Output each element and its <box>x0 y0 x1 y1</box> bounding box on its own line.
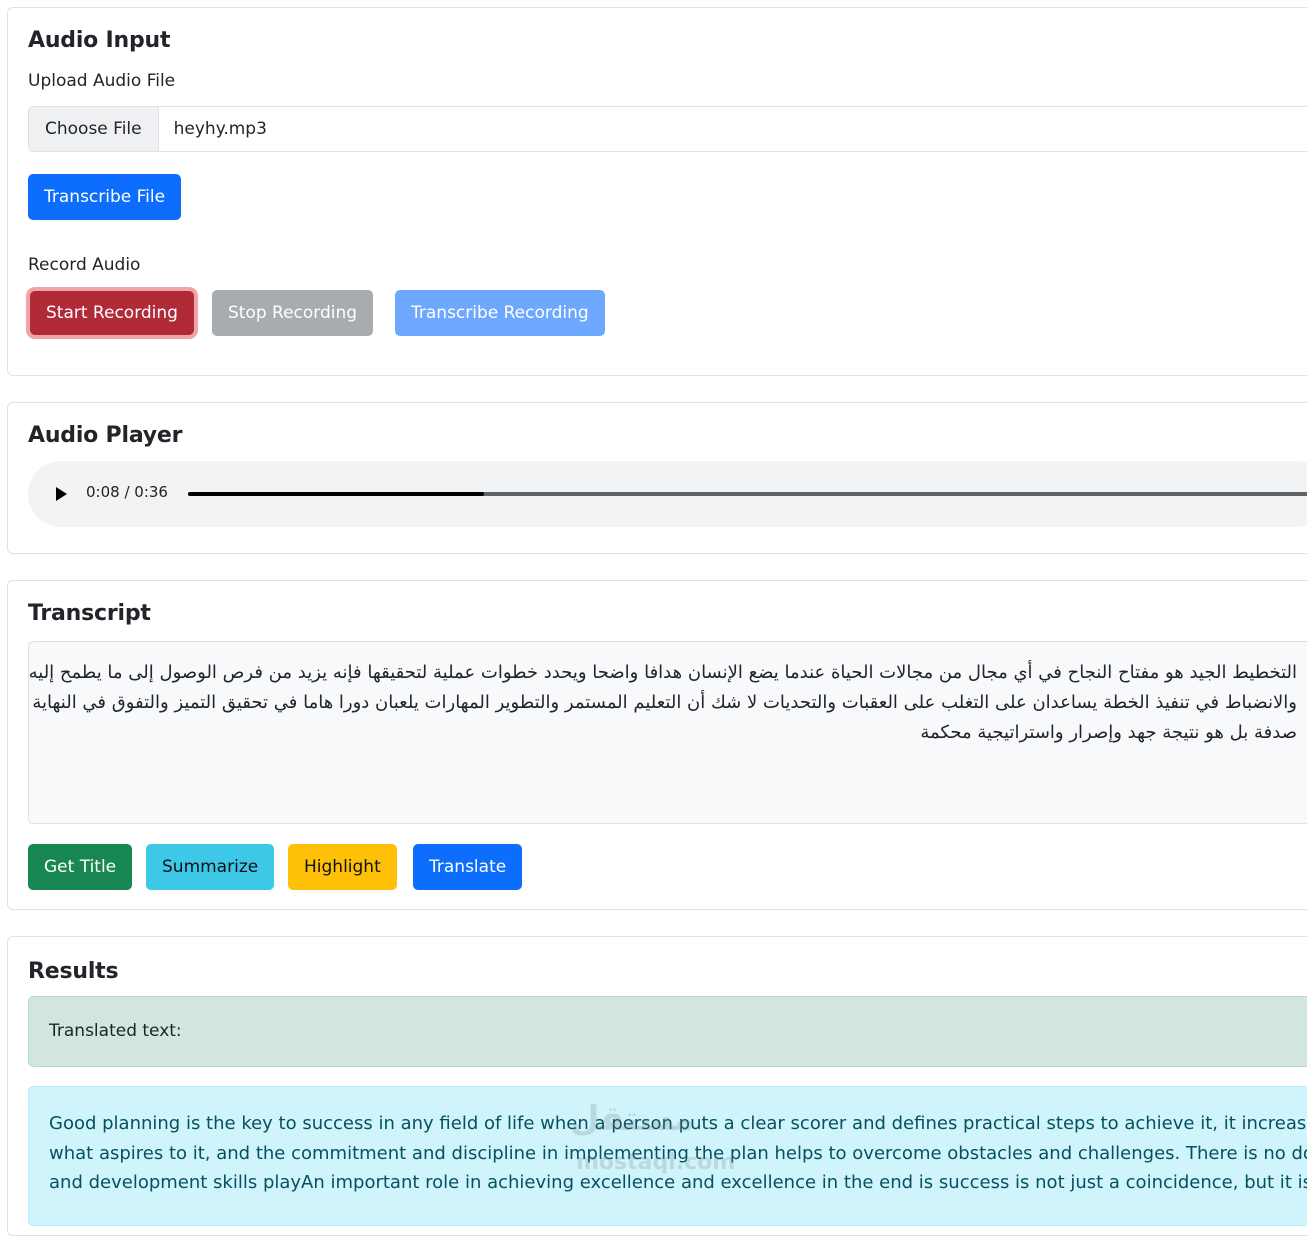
progress-fill <box>188 492 485 496</box>
audio-input-card: Audio Input Upload Audio File Choose Fil… <box>7 7 1307 376</box>
watermark-logo: مستقل <box>570 1099 695 1139</box>
results-card: Results Translated text: Good planning i… <box>7 936 1307 1236</box>
file-input[interactable]: Choose File heyhy.mp3 <box>28 106 1307 152</box>
choose-file-button[interactable]: Choose File <box>29 107 159 151</box>
summarize-button[interactable]: Summarize <box>146 844 275 890</box>
get-title-button[interactable]: Get Title <box>28 844 133 890</box>
audio-player-card: Audio Player 0:08 / 0:36 <box>7 402 1307 554</box>
audio-player-title: Audio Player <box>28 423 183 448</box>
translate-button[interactable]: Translate <box>413 844 523 890</box>
highlight-button[interactable]: Highlight <box>288 844 397 890</box>
transcript-text: التخطيط الجيد هو مفتاح النجاح في أي مجال… <box>28 662 1297 743</box>
play-icon[interactable] <box>56 487 67 501</box>
record-audio-label: Record Audio <box>28 255 141 275</box>
transcript-textarea[interactable]: التخطيط الجيد هو مفتاح النجاح في أي مجال… <box>28 641 1307 824</box>
upload-audio-label: Upload Audio File <box>28 71 176 91</box>
transcribe-file-button[interactable]: Transcribe File <box>28 174 182 220</box>
playback-time: 0:08 / 0:36 <box>86 483 168 501</box>
translated-label-alert: Translated text: <box>28 996 1307 1067</box>
audio-player[interactable]: 0:08 / 0:36 <box>28 461 1307 527</box>
start-recording-button[interactable]: Start Recording <box>30 291 194 335</box>
transcript-title: Transcript <box>28 601 151 626</box>
transcript-card: Transcript التخطيط الجيد هو مفتاح النجاح… <box>7 580 1307 910</box>
audio-input-title: Audio Input <box>28 28 171 53</box>
progress-track[interactable] <box>188 492 1307 496</box>
results-title: Results <box>28 959 119 984</box>
selected-file-name: heyhy.mp3 <box>173 119 267 139</box>
stop-recording-button[interactable]: Stop Recording <box>212 290 374 336</box>
watermark-url: mostaql.com <box>576 1150 736 1175</box>
transcribe-recording-button[interactable]: Transcribe Recording <box>395 290 605 336</box>
